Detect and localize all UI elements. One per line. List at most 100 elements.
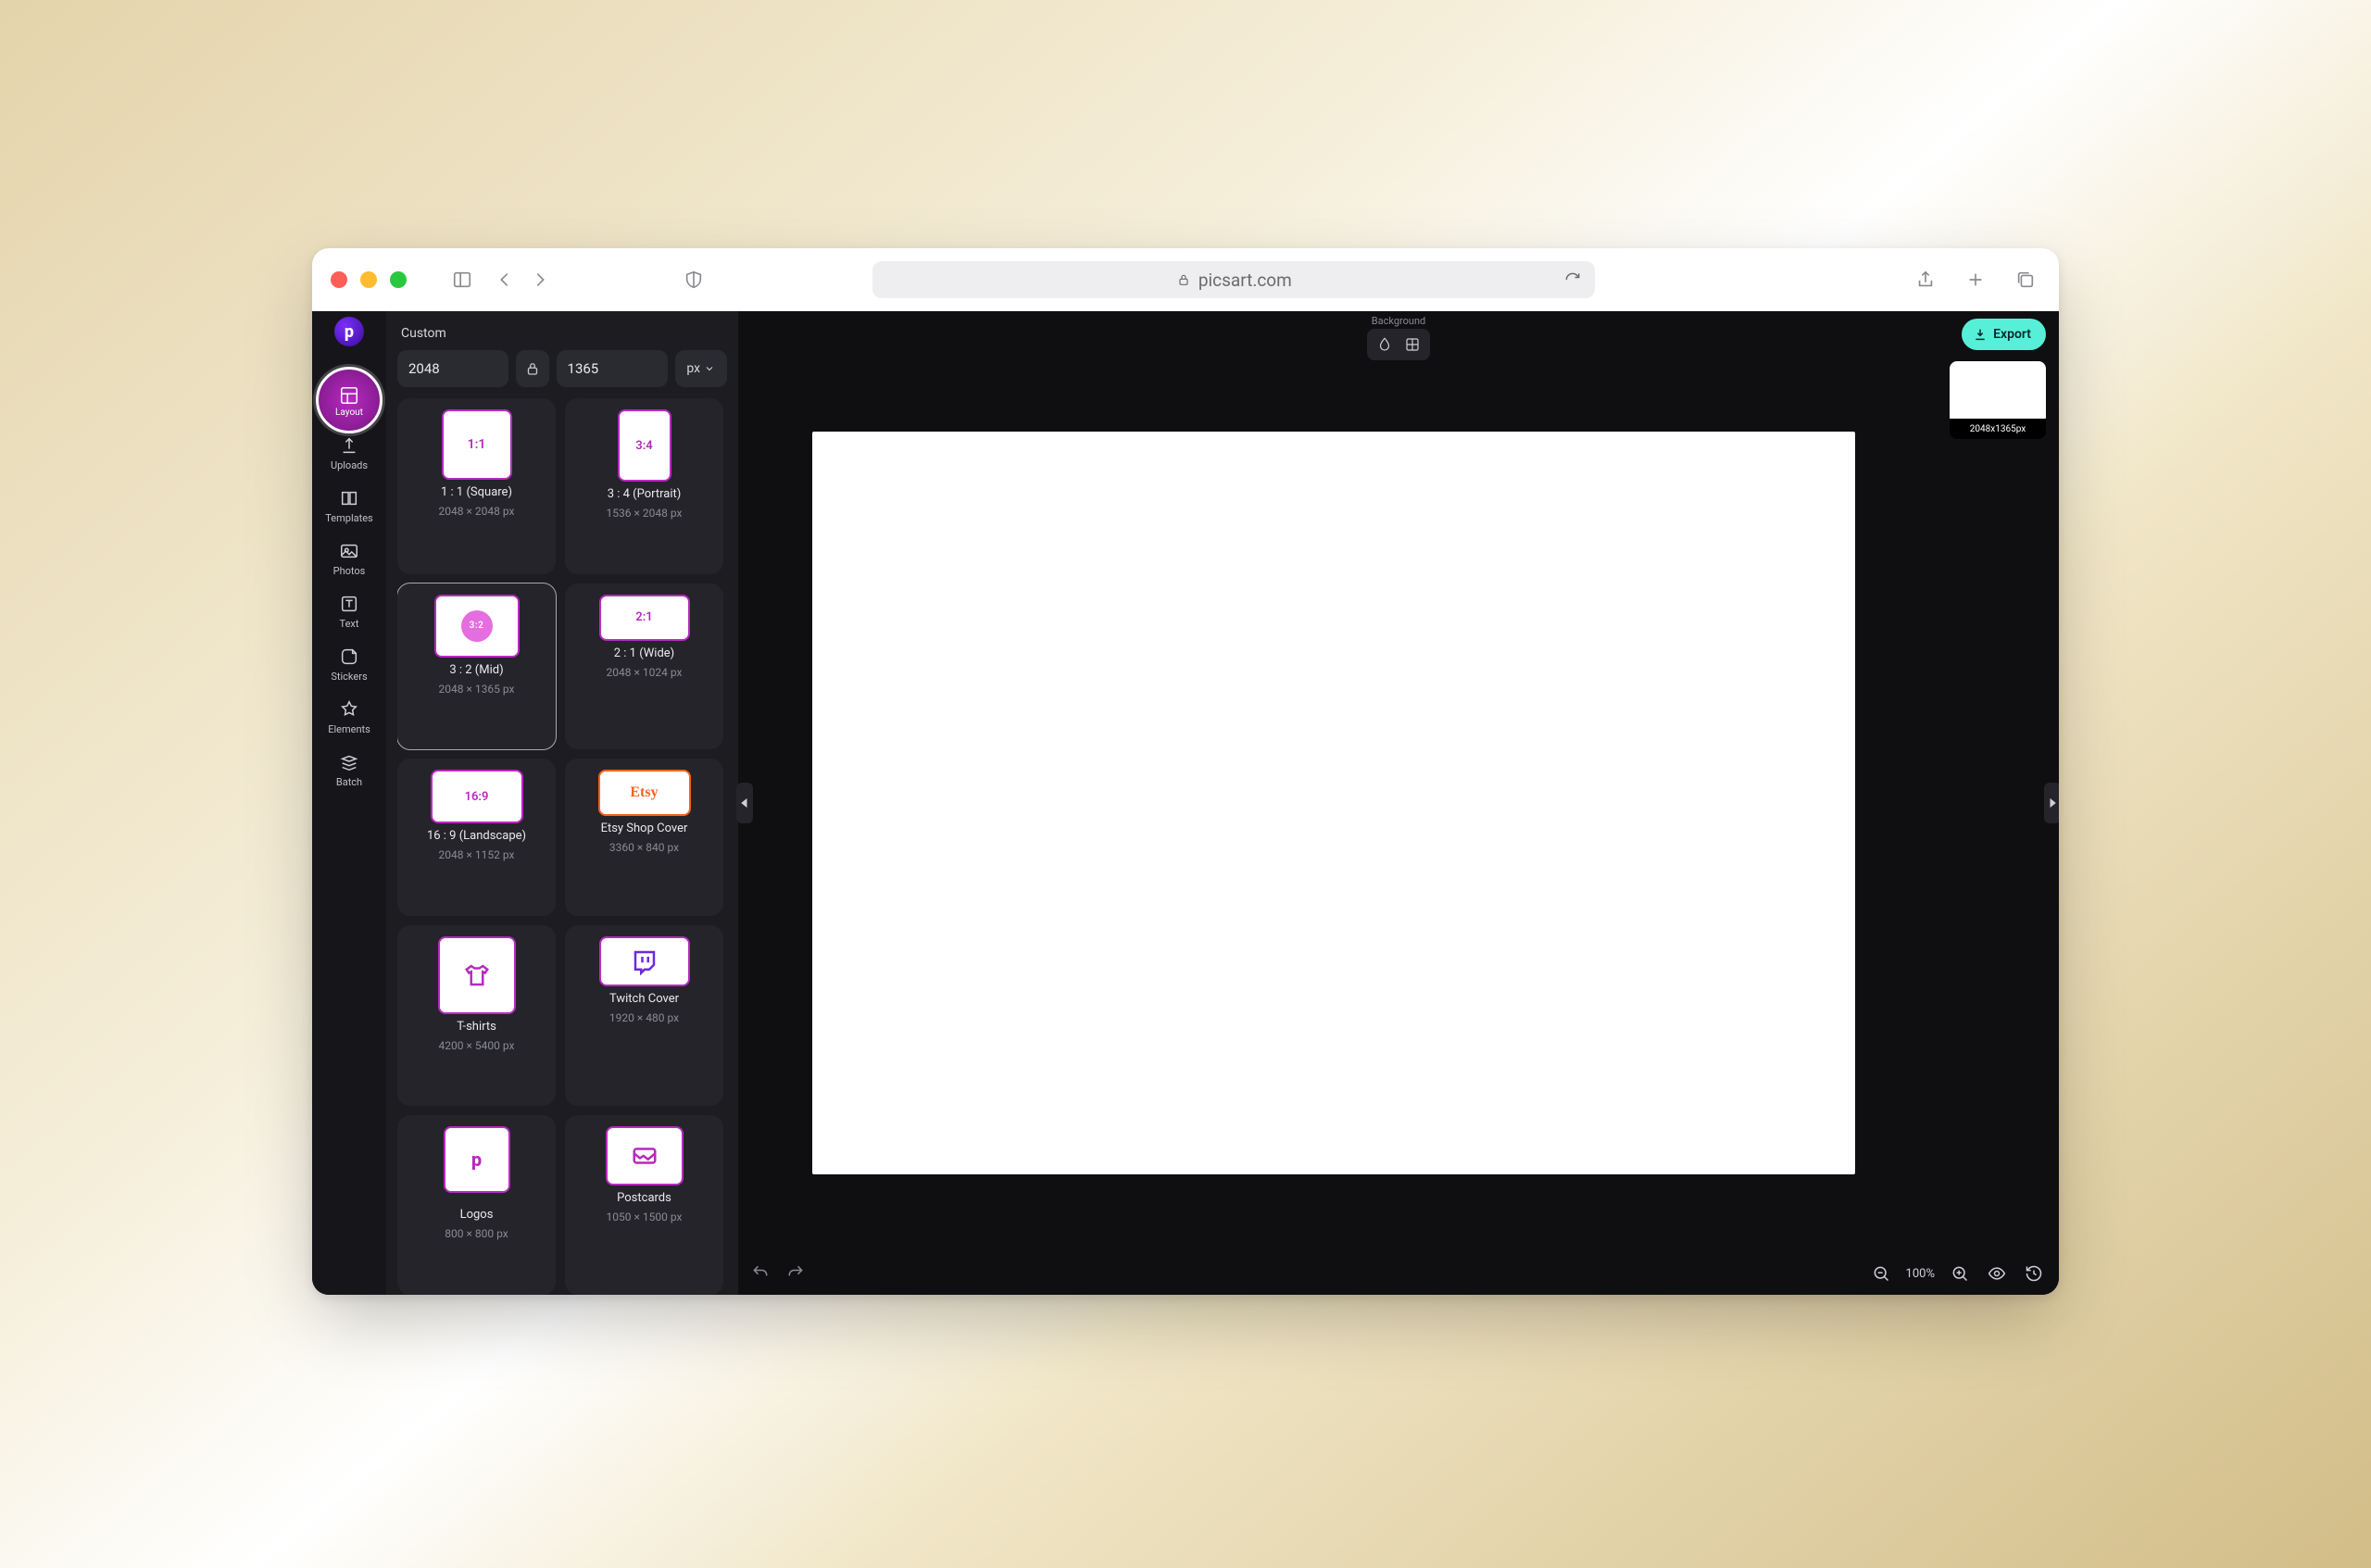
chevron-down-icon [704, 363, 715, 374]
zoom-in-button[interactable] [1948, 1261, 1972, 1286]
preset-title: Etsy Shop Cover [601, 822, 688, 835]
rail-label: Batch [336, 776, 362, 788]
preset-logos[interactable]: p Logos 800 × 800 px [397, 1115, 556, 1295]
rail-label: Layout [335, 408, 363, 418]
rail-batch[interactable]: Batch [316, 743, 383, 796]
browser-window: picsart.com p Layout Uploads Template [312, 248, 2059, 1295]
minimize-window-button[interactable] [360, 271, 377, 288]
preset-16-9[interactable]: 16:9 16 : 9 (Landscape) 2048 × 1152 px [397, 759, 556, 916]
preset-thumb: Etsy [598, 770, 691, 816]
lock-icon [1176, 272, 1191, 287]
preset-thumb: 1:1 [442, 409, 512, 480]
preset-title: 3 : 4 (Portrait) [608, 487, 682, 501]
url-bar[interactable]: picsart.com [872, 261, 1595, 298]
custom-size-row: px [397, 350, 727, 387]
preset-dims: 1050 × 1500 px [607, 1210, 683, 1223]
collapse-panel-left[interactable] [736, 783, 753, 823]
preset-3-4[interactable]: 3:4 3 : 4 (Portrait) 1536 × 2048 px [565, 398, 723, 574]
tabs-icon[interactable] [2011, 265, 2040, 295]
preset-dims: 2048 × 2048 px [439, 505, 515, 518]
bg-buttons [1367, 329, 1430, 360]
preset-thumb: 3:4 [618, 409, 671, 482]
canvas-top-controls: Background [1367, 315, 1430, 360]
rail-stickers[interactable]: Stickers [316, 637, 383, 690]
elements-icon [339, 699, 359, 720]
preset-thumb [599, 936, 690, 986]
undo-icon [751, 1263, 770, 1282]
rail-layout[interactable]: Layout [316, 367, 383, 433]
browser-chrome: picsart.com [312, 248, 2059, 311]
new-tab-icon[interactable] [1961, 265, 1990, 295]
unit-select[interactable]: px [675, 350, 727, 387]
picsart-logo[interactable]: p [334, 317, 364, 346]
photos-icon [339, 541, 359, 561]
preset-1-1[interactable]: 1:1 1 : 1 (Square) 2048 × 2048 px [397, 398, 556, 574]
export-button[interactable]: Export [1962, 319, 2046, 350]
preset-dims: 800 × 800 px [445, 1227, 508, 1240]
width-input[interactable] [397, 350, 508, 387]
rail-label: Uploads [331, 459, 368, 471]
layout-icon [339, 385, 359, 406]
aspect-lock-button[interactable] [516, 350, 549, 387]
maximize-window-button[interactable] [390, 271, 407, 288]
forward-button[interactable] [525, 265, 555, 295]
sidebar-toggle-icon[interactable] [447, 265, 477, 295]
close-window-button[interactable] [331, 271, 347, 288]
collapse-panel-right[interactable] [2044, 783, 2059, 823]
background-hint: Background [1372, 315, 1425, 327]
preset-2-1[interactable]: 2:1 2 : 1 (Wide) 2048 × 1024 px [565, 583, 723, 750]
bg-color-button[interactable] [1371, 332, 1399, 357]
preset-thumb [606, 1126, 684, 1185]
rail-label: Stickers [331, 671, 367, 683]
preset-dims: 1920 × 480 px [609, 1011, 679, 1024]
preset-etsy[interactable]: Etsy Etsy Shop Cover 3360 × 840 px [565, 759, 723, 916]
checker-icon [1404, 336, 1421, 353]
redo-button[interactable] [786, 1263, 805, 1286]
preset-tshirts[interactable]: T-shirts 4200 × 5400 px [397, 925, 556, 1107]
zoom-out-button[interactable] [1869, 1261, 1893, 1286]
batch-icon [339, 752, 359, 772]
traffic-lights [331, 271, 407, 288]
preset-dims: 2048 × 1024 px [607, 666, 683, 679]
preset-dims: 1536 × 2048 px [607, 507, 683, 520]
preset-dims: 2048 × 1152 px [439, 848, 515, 861]
history-button[interactable] [2022, 1261, 2046, 1286]
rail-templates[interactable]: Templates [316, 479, 383, 532]
height-input[interactable] [557, 350, 668, 387]
back-button[interactable] [490, 265, 520, 295]
undo-button[interactable] [751, 1263, 770, 1286]
layer-size-label: 2048x1365px [1950, 419, 2046, 439]
shield-icon[interactable] [679, 265, 709, 295]
selected-indicator-icon: 3:2 [461, 610, 493, 642]
preset-title: 16 : 9 (Landscape) [427, 829, 526, 843]
preset-grid[interactable]: 1:1 1 : 1 (Square) 2048 × 2048 px 3:4 3 … [397, 398, 727, 1295]
preset-thumb: 3:2 [434, 595, 520, 658]
preset-dims: 2048 × 1365 px [439, 683, 515, 696]
rail-label: Photos [333, 565, 366, 577]
text-icon [339, 594, 359, 614]
history-icon [2025, 1264, 2043, 1283]
preset-postcards[interactable]: Postcards 1050 × 1500 px [565, 1115, 723, 1295]
preset-twitch[interactable]: Twitch Cover 1920 × 480 px [565, 925, 723, 1107]
rail-uploads[interactable]: Uploads [316, 426, 383, 479]
rail-photos[interactable]: Photos [316, 532, 383, 584]
upload-icon [339, 435, 359, 456]
preset-title: Twitch Cover [609, 992, 679, 1006]
tshirt-icon [463, 961, 491, 989]
nav-buttons [490, 265, 555, 295]
redo-icon [786, 1263, 805, 1282]
bg-pattern-button[interactable] [1399, 332, 1426, 357]
artboard[interactable] [812, 432, 1855, 1174]
templates-icon [339, 488, 359, 508]
rail-label: Text [340, 618, 359, 630]
preview-button[interactable] [1985, 1261, 2009, 1286]
preset-3-2[interactable]: 3:2 3 : 2 (Mid) 2048 × 1365 px [397, 583, 556, 750]
rail-text[interactable]: Text [316, 584, 383, 637]
preset-thumb: 16:9 [431, 770, 523, 823]
share-icon[interactable] [1911, 265, 1940, 295]
rail-elements[interactable]: Elements [316, 690, 383, 743]
layer-thumbnail[interactable] [1950, 361, 2046, 424]
layers-panel: 2048x1365px [1950, 361, 2046, 439]
export-label: Export [1993, 327, 2031, 342]
reload-icon[interactable] [1563, 270, 1582, 289]
